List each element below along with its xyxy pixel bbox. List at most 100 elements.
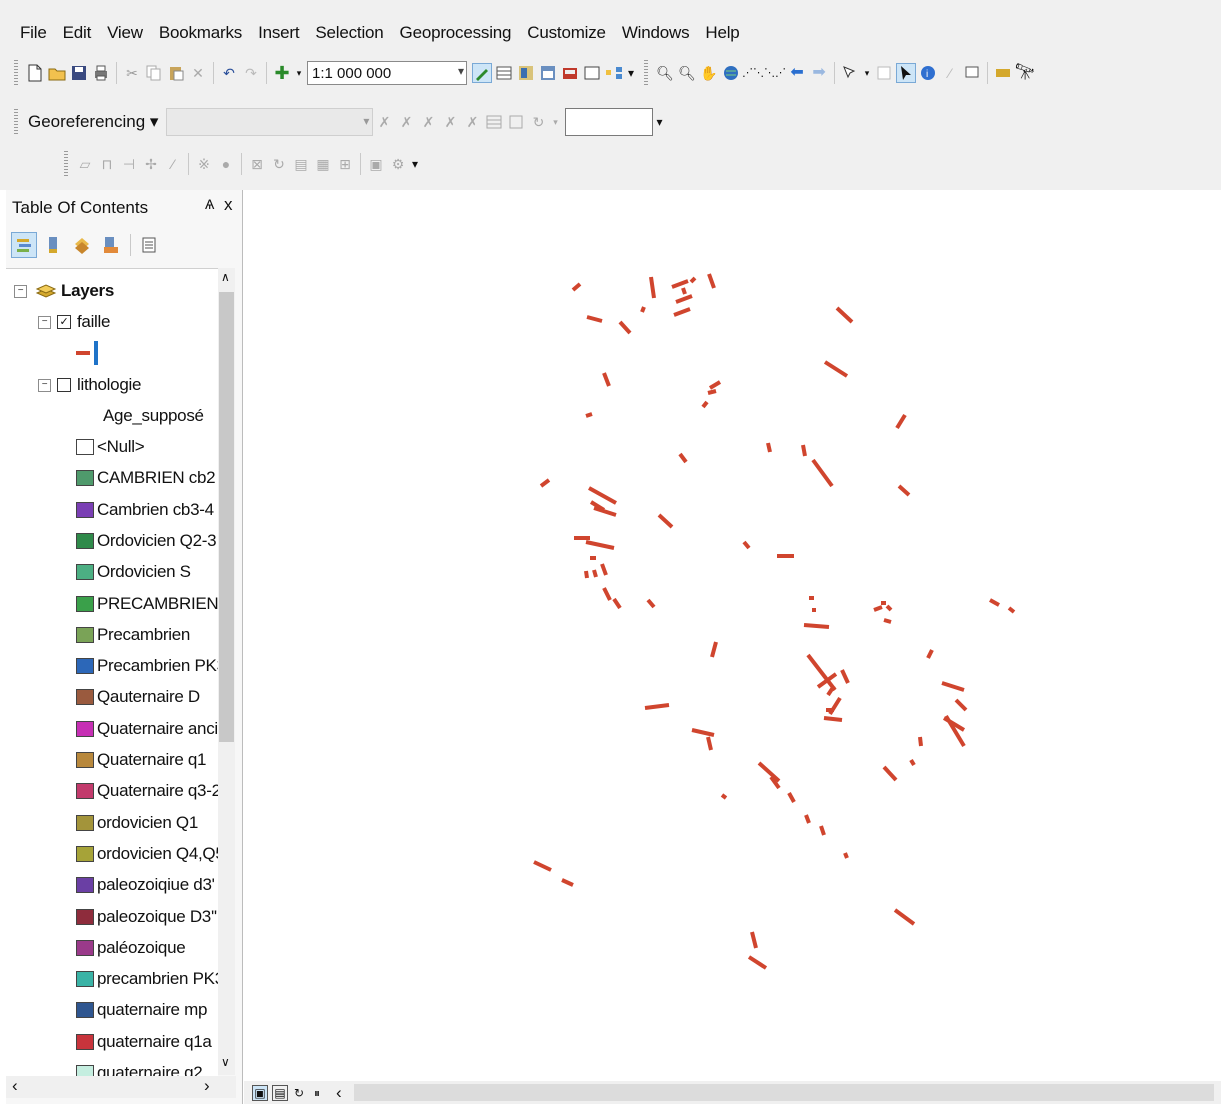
fault-line[interactable]: [823, 360, 849, 378]
editor-toolbar-icon[interactable]: [472, 63, 492, 83]
clear-selection-icon[interactable]: [875, 64, 893, 82]
fault-line[interactable]: [602, 372, 611, 387]
legend-item[interactable]: ordovicien Q4,Q5,C: [76, 840, 218, 868]
toc-horizontal-scrollbar[interactable]: ‹ ›: [6, 1076, 236, 1098]
fault-line[interactable]: [944, 714, 966, 748]
fault-line[interactable]: [644, 703, 670, 710]
find-binoculars-icon[interactable]: 🔭︎: [1015, 64, 1035, 82]
list-by-drawing-order-icon[interactable]: [11, 232, 37, 258]
scale-icon[interactable]: ✗: [463, 113, 481, 131]
toolbar-overflow-icon[interactable]: ▾: [628, 66, 634, 80]
fault-line[interactable]: [811, 458, 834, 488]
legend-item[interactable]: paleozoique D3'': [76, 903, 217, 931]
attributes-icon[interactable]: ▤: [292, 155, 310, 173]
fault-line[interactable]: [571, 282, 582, 292]
chevron-down-icon[interactable]: ▾: [863, 64, 871, 82]
fault-line[interactable]: [757, 761, 781, 783]
legend-item[interactable]: Cambrien cb3-4: [76, 496, 214, 524]
fault-line[interactable]: [649, 276, 656, 299]
fault-line[interactable]: [612, 597, 622, 610]
map-scale-combobox[interactable]: 1:1 000 000 ▾: [307, 61, 467, 85]
zoom-out-icon[interactable]: 🔍︎: [678, 64, 696, 82]
fault-line[interactable]: [926, 649, 934, 659]
fault-line[interactable]: [689, 276, 697, 284]
fault-line[interactable]: [561, 878, 574, 887]
legend-item[interactable]: Quaternaire ancien: [76, 715, 218, 743]
scrollbar-thumb[interactable]: [219, 292, 234, 742]
fault-line[interactable]: [787, 792, 796, 803]
full-extent-icon[interactable]: [722, 64, 740, 82]
fault-line[interactable]: [584, 570, 589, 579]
list-by-visibility-icon[interactable]: [70, 233, 94, 257]
fault-line[interactable]: [585, 540, 615, 550]
model-builder-icon[interactable]: [605, 64, 623, 82]
rotate-feature-icon[interactable]: ↻: [270, 155, 288, 173]
sketch-icon[interactable]: ※: [195, 155, 213, 173]
georeferencing-menu-button[interactable]: Georeferencing ▾: [24, 112, 162, 132]
legend-item[interactable]: Quaternaire q3-2: [76, 777, 218, 805]
menu-edit[interactable]: Edit: [55, 23, 100, 43]
reshape-icon[interactable]: ⊓: [98, 155, 116, 173]
legend-item[interactable]: Ordovicien Q2-3: [76, 527, 217, 555]
html-popup-icon[interactable]: [963, 64, 981, 82]
fault-line[interactable]: [593, 506, 617, 517]
arctoolbox-icon[interactable]: [561, 64, 579, 82]
copy-icon[interactable]: [145, 64, 163, 82]
legend-item[interactable]: paléozoique: [76, 934, 186, 962]
toolbar-grip[interactable]: [644, 60, 649, 86]
map-horizontal-scroll-track[interactable]: [354, 1084, 1214, 1101]
globe-icon[interactable]: ●: [217, 155, 235, 173]
add-data-icon[interactable]: ✚: [273, 64, 291, 82]
fault-line[interactable]: [646, 598, 656, 609]
search-window-icon[interactable]: [539, 64, 557, 82]
fault-line[interactable]: [835, 306, 854, 324]
legend-item[interactable]: Ordovicien S: [76, 558, 191, 586]
settings-icon[interactable]: ⚙: [389, 155, 407, 173]
layer-visibility-checkbox[interactable]: [57, 378, 71, 392]
georeference-layer-combobox[interactable]: ▾: [166, 108, 374, 136]
fault-line[interactable]: [843, 852, 849, 859]
identify-icon[interactable]: i: [919, 64, 937, 82]
fault-line[interactable]: [706, 736, 713, 751]
legend-item[interactable]: PRECAMBRIEN PK3: [76, 590, 218, 618]
menu-windows[interactable]: Windows: [614, 23, 698, 43]
fault-line[interactable]: [747, 955, 768, 970]
measure-area-icon[interactable]: ⊠: [248, 155, 266, 173]
save-icon[interactable]: [70, 64, 88, 82]
select-elements-icon[interactable]: [896, 63, 917, 83]
legend-item[interactable]: Precambrien: [76, 621, 190, 649]
chevron-down-icon[interactable]: ▾: [363, 114, 369, 128]
edit-vertices-icon[interactable]: ▱: [76, 155, 94, 173]
chevron-down-icon[interactable]: ▾: [295, 64, 303, 82]
trace-icon[interactable]: ⁄: [164, 155, 182, 173]
fault-line[interactable]: [678, 452, 688, 464]
menu-geoprocessing[interactable]: Geoprocessing: [392, 23, 520, 43]
collapse-icon[interactable]: −: [38, 315, 51, 329]
fault-line[interactable]: [588, 486, 617, 505]
rotate-icon[interactable]: ✗: [419, 113, 437, 131]
fault-line[interactable]: [720, 793, 728, 800]
menu-view[interactable]: View: [99, 23, 151, 43]
legend-item[interactable]: Precambrien PK3b: [76, 652, 218, 680]
fault-line[interactable]: [873, 605, 883, 612]
fault-line[interactable]: [804, 814, 811, 824]
fixed-zoom-out-icon[interactable]: ⋱⋰: [764, 64, 786, 82]
print-icon[interactable]: [92, 64, 110, 82]
fault-line[interactable]: [1007, 606, 1016, 614]
fault-line[interactable]: [918, 736, 923, 747]
fault-line[interactable]: [893, 908, 916, 926]
scroll-down-icon[interactable]: ∨: [221, 1055, 230, 1069]
fault-line[interactable]: [533, 860, 552, 872]
layout-view-icon[interactable]: ▤: [272, 1084, 288, 1101]
fault-line[interactable]: [989, 598, 1000, 607]
fixed-zoom-in-icon[interactable]: ⋰⋱: [742, 64, 764, 82]
legend-item[interactable]: quaternaire mp: [76, 996, 207, 1024]
fault-line[interactable]: [826, 684, 836, 697]
fault-line[interactable]: [592, 569, 598, 578]
legend-item[interactable]: <Null>: [76, 433, 145, 461]
redo-icon[interactable]: ↷: [242, 64, 260, 82]
fault-line[interactable]: [600, 563, 608, 576]
fault-line[interactable]: [602, 587, 612, 601]
fault-line[interactable]: [681, 287, 687, 295]
collapse-icon[interactable]: −: [38, 378, 51, 392]
